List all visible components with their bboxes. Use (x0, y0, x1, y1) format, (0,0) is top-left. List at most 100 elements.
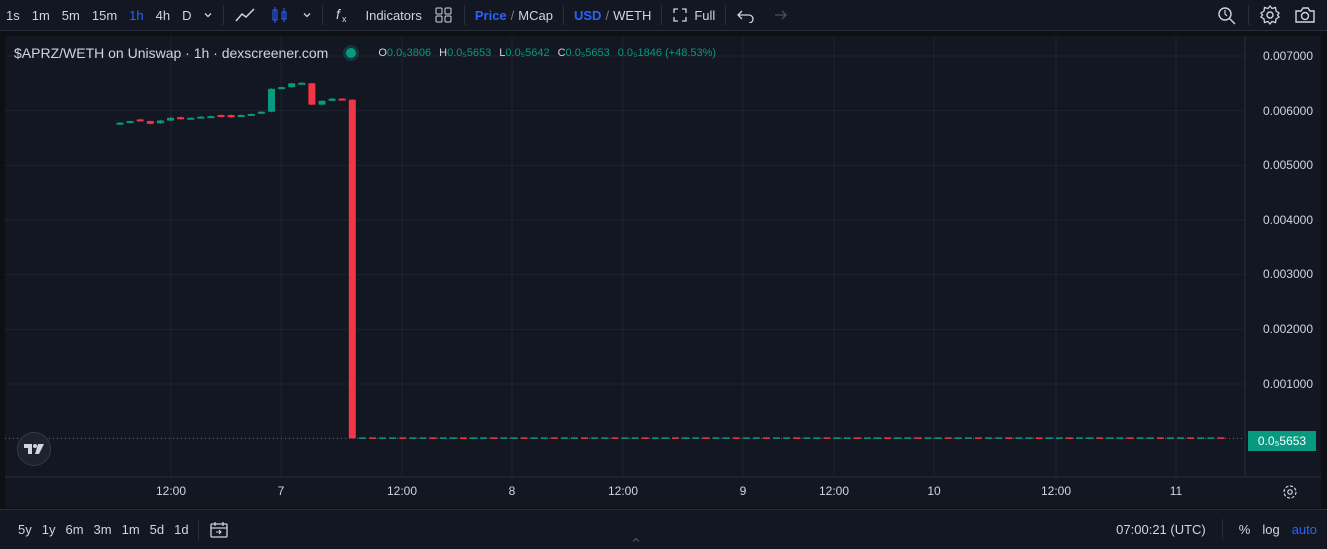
interval-d[interactable]: D (176, 0, 197, 31)
indicators-button[interactable]: Indicators (359, 0, 427, 31)
interval-1h[interactable]: 1h (123, 0, 149, 31)
candle[interactable] (298, 82, 306, 85)
bottom-toolbar: 5y 1y 6m 3m 1m 5d 1d 07:00:21 (UTC) % lo… (0, 509, 1327, 549)
percent-scale-toggle[interactable]: % (1239, 522, 1251, 537)
candle-flat[interactable] (571, 437, 578, 439)
candle[interactable] (288, 83, 296, 88)
candle-flat[interactable] (530, 437, 538, 439)
candle[interactable] (268, 88, 275, 112)
range-5d[interactable]: 5d (145, 522, 169, 537)
go-to-date-calendar-icon[interactable] (203, 511, 235, 549)
candle-flat[interactable] (1005, 437, 1013, 439)
axis-settings-gear-icon[interactable] (1276, 482, 1304, 502)
line-chart-icon[interactable] (228, 0, 264, 31)
candle[interactable] (167, 117, 174, 121)
candle[interactable] (247, 113, 255, 116)
range-1m[interactable]: 1m (117, 522, 145, 537)
interval-5m[interactable]: 5m (56, 0, 86, 31)
camera-snapshot-icon[interactable] (1287, 0, 1327, 31)
undo-icon[interactable] (730, 0, 762, 31)
candle[interactable] (257, 111, 265, 114)
usd-option[interactable]: USD (574, 8, 601, 23)
symbol-title[interactable]: $APRZ/WETH on Uniswap · 1h · dexscreener… (14, 45, 328, 61)
weth-option[interactable]: WETH (613, 8, 651, 23)
toolbar-divider (223, 5, 225, 25)
candle[interactable] (338, 98, 346, 101)
time-axis[interactable]: 12:00 7 12:00 8 12:00 9 12:00 10 12:00 1… (5, 477, 1245, 507)
tradingview-logo-icon[interactable] (17, 432, 51, 466)
range-5y[interactable]: 5y (13, 522, 37, 537)
candle-flat[interactable] (1166, 437, 1174, 439)
time-tick-label: 12:00 (607, 484, 639, 498)
interval-4h[interactable]: 4h (150, 0, 176, 31)
candle[interactable] (217, 115, 225, 118)
interval-1m[interactable]: 1m (26, 0, 56, 31)
redo-icon[interactable] (762, 0, 794, 31)
candle-flat[interactable] (1217, 437, 1225, 439)
candle-flat[interactable] (409, 437, 417, 439)
candle-flat[interactable] (762, 437, 770, 439)
candle[interactable] (207, 116, 215, 119)
toolbar-divider (562, 5, 564, 25)
settings-gear-icon[interactable] (1253, 0, 1287, 31)
interval-dropdown-chevron-icon[interactable] (197, 0, 219, 31)
candle-flat[interactable] (934, 437, 942, 439)
utc-clock[interactable]: 07:00:21 (UTC) (1116, 522, 1206, 537)
mcap-option[interactable]: MCap (518, 8, 553, 23)
collapse-arrow-icon[interactable] (631, 535, 641, 548)
candle-flat[interactable] (1146, 437, 1154, 439)
candle-flat[interactable] (954, 437, 962, 439)
chart-pane[interactable]: $APRZ/WETH on Uniswap · 1h · dexscreener… (5, 36, 1321, 508)
currency-toggle[interactable]: USD / WETH (568, 0, 657, 31)
candle-flat[interactable] (975, 437, 982, 439)
fullscreen-icon[interactable] (666, 0, 694, 31)
candle[interactable] (318, 100, 326, 105)
candle-flat[interactable] (985, 437, 993, 439)
interval-1s[interactable]: 1s (0, 0, 26, 31)
interval-15m[interactable]: 15m (86, 0, 123, 31)
candle-flat[interactable] (1197, 437, 1205, 439)
candle[interactable] (348, 99, 356, 439)
candle-flat[interactable] (389, 437, 397, 439)
candle[interactable] (308, 83, 316, 105)
range-1y[interactable]: 1y (37, 522, 61, 537)
range-1d[interactable]: 1d (169, 522, 193, 537)
candle[interactable] (197, 116, 205, 119)
candle[interactable] (278, 87, 286, 90)
candle[interactable] (237, 115, 245, 118)
price-axis[interactable]: 0.007000 0.006000 0.005000 0.004000 0.00… (1245, 36, 1321, 481)
candle-flat[interactable] (1177, 437, 1184, 439)
function-fx-icon[interactable]: fx (327, 0, 359, 31)
time-tick-label: 7 (277, 484, 285, 498)
full-button[interactable]: Full (694, 0, 721, 31)
candle-flat[interactable] (773, 437, 780, 439)
candle-flat[interactable] (358, 437, 366, 439)
candle-flat[interactable] (581, 437, 589, 439)
candle[interactable] (187, 117, 195, 120)
candle[interactable] (156, 120, 164, 124)
candle-flat[interactable] (550, 437, 558, 439)
candle-flat[interactable] (601, 437, 609, 439)
layouts-grid-icon[interactable] (428, 0, 460, 31)
price-option[interactable]: Price (475, 8, 507, 23)
candle[interactable] (136, 119, 144, 122)
candle-flat[interactable] (369, 437, 376, 439)
candle[interactable] (126, 121, 134, 124)
candle[interactable] (177, 117, 185, 120)
candle[interactable] (146, 121, 154, 124)
range-6m[interactable]: 6m (60, 522, 88, 537)
candles-chart-icon[interactable] (264, 0, 296, 31)
candle-flat[interactable] (793, 437, 801, 439)
candle[interactable] (328, 98, 336, 101)
quick-search-icon[interactable] (1210, 0, 1244, 31)
candlestick-chart[interactable] (5, 36, 1321, 508)
log-scale-toggle[interactable]: log (1262, 522, 1279, 537)
candle[interactable] (116, 122, 124, 125)
candle-flat[interactable] (813, 437, 821, 439)
range-3m[interactable]: 3m (89, 522, 117, 537)
auto-scale-toggle[interactable]: auto (1292, 522, 1317, 537)
chart-type-chevron-icon[interactable] (296, 0, 318, 31)
candle-flat[interactable] (742, 437, 750, 439)
price-mcap-toggle[interactable]: Price / MCap (469, 0, 559, 31)
candle[interactable] (227, 115, 235, 118)
